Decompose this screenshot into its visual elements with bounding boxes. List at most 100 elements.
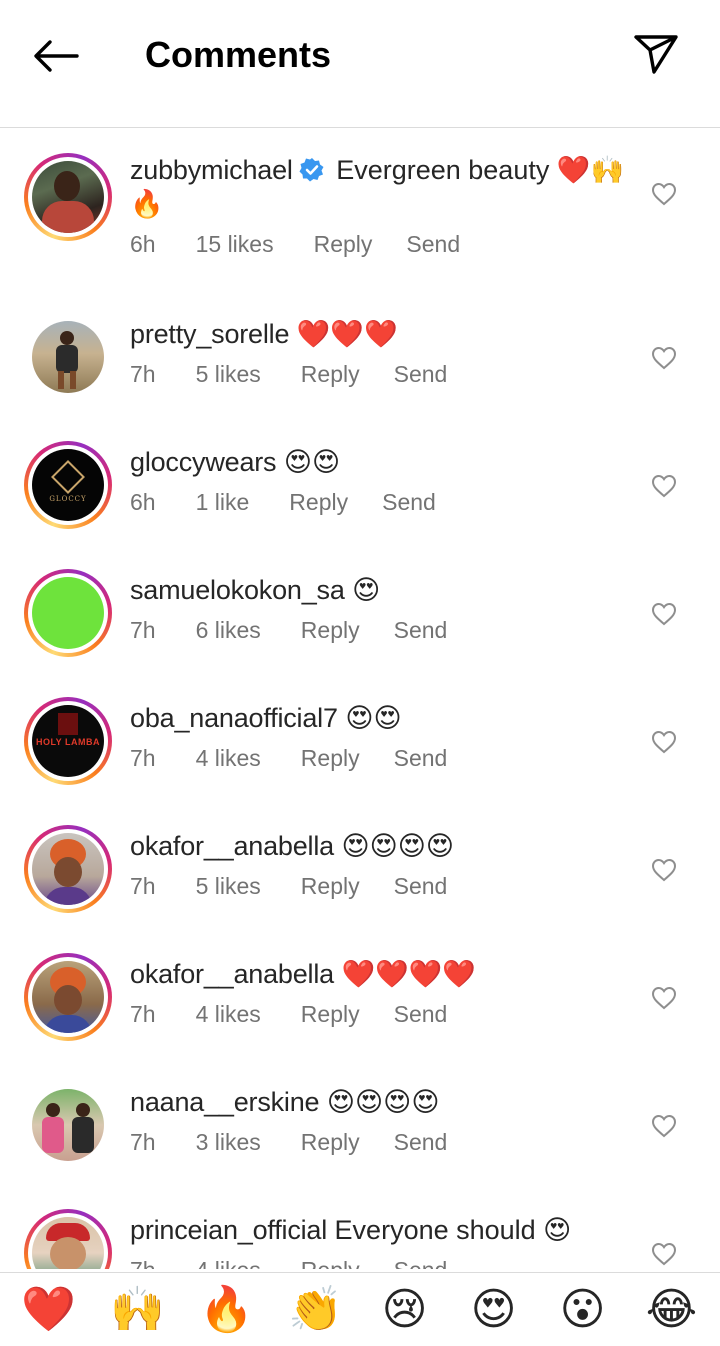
avatar: GLOCCY xyxy=(32,449,104,521)
comment-time: 7h xyxy=(130,361,156,387)
comment-row: okafor__anabella 😍😍😍😍 7h 5 likes Reply S… xyxy=(0,805,720,933)
share-button[interactable] xyxy=(630,30,682,78)
send-button[interactable]: Send xyxy=(394,1129,448,1156)
avatar-ring[interactable] xyxy=(32,321,104,393)
comment-row: naana__erskine 😍😍😍😍 7h 3 likes Reply Sen… xyxy=(0,1061,720,1189)
comment-username[interactable]: okafor__anabella xyxy=(130,959,334,989)
comment-time: 7h xyxy=(130,745,156,771)
comments-list[interactable]: zubbymichael Evergreen beauty ❤️🙌🔥 6h 15… xyxy=(0,129,720,1269)
reaction-crying[interactable]: 😢 xyxy=(369,1282,441,1338)
app-header: Comments xyxy=(0,0,720,128)
avatar-ring[interactable] xyxy=(24,953,112,1041)
like-button[interactable] xyxy=(650,729,678,755)
reaction-laughing[interactable]: 😂 xyxy=(636,1282,708,1338)
like-button[interactable] xyxy=(650,473,678,499)
page-title: Comments xyxy=(145,34,332,75)
reaction-heart-eyes[interactable]: 😍 xyxy=(458,1282,530,1338)
comment-time: 7h xyxy=(130,617,156,643)
comment-username[interactable]: oba_nanaofficial7 xyxy=(130,703,338,733)
comment-meta: 7h 5 likes Reply Send xyxy=(130,361,625,388)
like-button[interactable] xyxy=(650,985,678,1011)
comment-meta: 7h 4 likes Reply Send xyxy=(130,745,625,772)
comment-likes[interactable]: 1 like xyxy=(196,489,250,516)
avatar xyxy=(32,833,104,905)
comment-text: Everyone should 😍 xyxy=(334,1215,572,1245)
send-button[interactable]: Send xyxy=(394,1001,448,1028)
reply-button[interactable]: Reply xyxy=(301,1001,360,1028)
comment-username[interactable]: gloccywears xyxy=(130,447,277,477)
comment-likes[interactable]: 6 likes xyxy=(196,617,261,644)
reaction-raised-hands[interactable]: 🙌 xyxy=(102,1282,174,1338)
send-button[interactable]: Send xyxy=(394,617,448,644)
heart-outline-icon xyxy=(651,1114,677,1138)
comment-row: okafor__anabella ❤️❤️❤️❤️ 7h 4 likes Rep… xyxy=(0,933,720,1061)
avatar: HOLY LAMBA xyxy=(32,705,104,777)
like-button[interactable] xyxy=(650,601,678,627)
comment-text: ❤️❤️❤️❤️ xyxy=(341,959,476,989)
back-button[interactable] xyxy=(30,34,82,78)
reply-button[interactable]: Reply xyxy=(301,1257,360,1269)
comment-body: samuelokokon_sa 😍 7h 6 likes Reply Send xyxy=(130,573,625,644)
comment-row: pretty_sorelle ❤️❤️❤️ 7h 5 likes Reply S… xyxy=(0,293,720,421)
reply-button[interactable]: Reply xyxy=(301,361,360,388)
send-button[interactable]: Send xyxy=(394,361,448,388)
avatar-ring[interactable] xyxy=(24,569,112,657)
reply-button[interactable]: Reply xyxy=(301,745,360,772)
avatar-ring[interactable]: HOLY LAMBA xyxy=(24,697,112,785)
heart-outline-icon xyxy=(651,1242,677,1266)
comment-likes[interactable]: 4 likes xyxy=(196,1257,261,1269)
avatar xyxy=(32,321,104,393)
reply-button[interactable]: Reply xyxy=(301,873,360,900)
like-button[interactable] xyxy=(650,1113,678,1139)
comment-username[interactable]: zubbymichael xyxy=(130,155,293,185)
heart-outline-icon xyxy=(651,602,677,626)
comment-meta: 7h 3 likes Reply Send xyxy=(130,1129,625,1156)
reaction-surprised[interactable]: 😮 xyxy=(547,1282,619,1338)
send-button[interactable]: Send xyxy=(382,489,436,516)
comment-username[interactable]: princeian_official xyxy=(130,1215,327,1245)
reply-button[interactable]: Reply xyxy=(301,1129,360,1156)
send-button[interactable]: Send xyxy=(394,873,448,900)
reaction-clapping[interactable]: 👏 xyxy=(280,1282,352,1338)
comment-row: princeian_official Everyone should 😍 7h … xyxy=(0,1189,720,1269)
send-button[interactable]: Send xyxy=(406,231,460,258)
comment-likes[interactable]: 3 likes xyxy=(196,1129,261,1156)
comment-body: zubbymichael Evergreen beauty ❤️🙌🔥 6h 15… xyxy=(130,153,625,258)
comment-row: HOLY LAMBA oba_nanaofficial7 😍😍 7h 4 lik… xyxy=(0,677,720,805)
avatar xyxy=(32,577,104,649)
comment-meta: 7h 4 likes Reply Send xyxy=(130,1001,625,1028)
like-button[interactable] xyxy=(650,345,678,371)
avatar-ring[interactable] xyxy=(32,1089,104,1161)
avatar-ring[interactable] xyxy=(24,825,112,913)
like-button[interactable] xyxy=(650,857,678,883)
comment-likes[interactable]: 4 likes xyxy=(196,1001,261,1028)
comment-likes[interactable]: 4 likes xyxy=(196,745,261,772)
reply-button[interactable]: Reply xyxy=(289,489,348,516)
comment-username[interactable]: samuelokokon_sa xyxy=(130,575,345,605)
like-button[interactable] xyxy=(650,1241,678,1267)
heart-outline-icon xyxy=(651,346,677,370)
comment-meta: 6h 15 likes Reply Send xyxy=(130,231,625,258)
comment-likes[interactable]: 5 likes xyxy=(196,361,261,388)
avatar xyxy=(32,161,104,233)
like-button[interactable] xyxy=(650,181,678,207)
reaction-heart[interactable]: ❤️ xyxy=(13,1282,85,1338)
comment-username[interactable]: okafor__anabella xyxy=(130,831,334,861)
verified-badge-icon xyxy=(299,158,324,182)
reaction-fire[interactable]: 🔥 xyxy=(191,1282,263,1338)
comment-likes[interactable]: 5 likes xyxy=(196,873,261,900)
avatar-ring[interactable] xyxy=(24,153,112,241)
send-button[interactable]: Send xyxy=(394,1257,448,1269)
comment-username[interactable]: naana__erskine xyxy=(130,1087,320,1117)
avatar-ring[interactable] xyxy=(24,1209,112,1269)
comment-username[interactable]: pretty_sorelle xyxy=(130,319,289,349)
avatar-ring[interactable]: GLOCCY xyxy=(24,441,112,529)
reply-button[interactable]: Reply xyxy=(301,617,360,644)
comment-likes[interactable]: 15 likes xyxy=(196,231,274,258)
heart-outline-icon xyxy=(651,182,677,206)
comment-row: zubbymichael Evergreen beauty ❤️🙌🔥 6h 15… xyxy=(0,129,720,293)
reply-button[interactable]: Reply xyxy=(314,231,373,258)
quick-reaction-bar: ❤️ 🙌 🔥 👏 😢 😍 😮 😂 xyxy=(0,1272,720,1346)
send-button[interactable]: Send xyxy=(394,745,448,772)
avatar xyxy=(32,1089,104,1161)
